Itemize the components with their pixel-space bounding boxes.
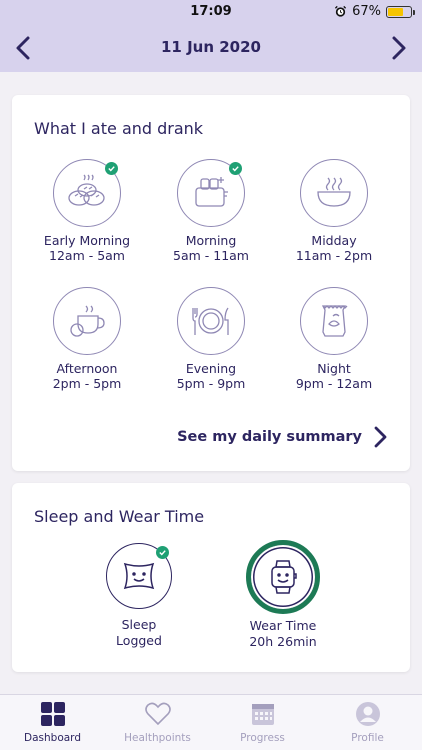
sleep-card-title: Sleep and Wear Time bbox=[34, 507, 205, 526]
meal-evening[interactable]: Evening 5pm - 9pm bbox=[151, 287, 271, 391]
meal-range: 5am - 11am bbox=[173, 248, 249, 263]
tab-dashboard[interactable]: Dashboard bbox=[0, 695, 105, 750]
meal-morning[interactable]: Morning 5am - 11am bbox=[151, 159, 271, 263]
tab-healthpoints[interactable]: Healthpoints bbox=[105, 695, 210, 750]
wear-label-line2: 20h 26min bbox=[249, 634, 317, 649]
meal-circle bbox=[53, 159, 121, 227]
smartwatch-icon bbox=[271, 560, 297, 594]
meal-range: 12am - 5am bbox=[49, 248, 125, 263]
current-date: 11 Jun 2020 bbox=[160, 38, 261, 56]
tab-label: Healthpoints bbox=[124, 732, 191, 744]
wear-time-ring bbox=[246, 540, 320, 614]
meal-name: Afternoon bbox=[56, 361, 118, 376]
chevron-right-icon bbox=[374, 426, 387, 448]
food-card-title: What I ate and drank bbox=[34, 119, 204, 138]
soup-bowl-icon bbox=[317, 177, 351, 207]
alarm-icon bbox=[335, 5, 347, 17]
meal-circle bbox=[300, 287, 368, 355]
date-header: 11 Jun 2020 bbox=[0, 24, 422, 72]
tab-profile[interactable]: Profile bbox=[315, 695, 420, 750]
logged-check-icon bbox=[105, 162, 118, 175]
status-bar: 17:09 67% bbox=[0, 0, 422, 24]
status-right: 67% bbox=[334, 4, 415, 19]
sleep-label-line2: Logged bbox=[116, 633, 162, 648]
daily-summary-label: See my daily summary bbox=[177, 429, 362, 445]
food-card: What I ate and drank Early Morning 12am … bbox=[12, 95, 410, 471]
meal-range: 9pm - 12am bbox=[295, 376, 373, 391]
dashboard-grid-icon bbox=[40, 702, 65, 726]
pillow-icon bbox=[123, 562, 155, 590]
tab-label: Dashboard bbox=[24, 732, 81, 744]
sleep-card: Sleep and Wear Time Sleep Logged Wear Ti… bbox=[12, 483, 410, 672]
wear-time-item[interactable]: Wear Time 20h 26min bbox=[223, 540, 343, 650]
meal-name: Evening bbox=[185, 361, 237, 376]
logged-check-icon bbox=[156, 546, 169, 559]
daily-summary-link[interactable]: See my daily summary bbox=[177, 425, 390, 449]
meal-afternoon[interactable]: Afternoon 2pm - 5pm bbox=[27, 287, 147, 391]
next-day-chevron-icon[interactable] bbox=[384, 34, 412, 62]
snack-bag-icon bbox=[321, 305, 348, 337]
wear-time-label: Wear Time 20h 26min bbox=[223, 618, 343, 650]
sleep-label-line1: Sleep bbox=[121, 617, 157, 632]
sleep-logged-item[interactable]: Sleep Logged bbox=[79, 543, 199, 649]
bread-rolls-icon bbox=[68, 174, 105, 206]
tab-label: Progress bbox=[240, 732, 285, 744]
meal-circle bbox=[53, 287, 121, 355]
heart-icon bbox=[144, 702, 171, 726]
meal-range: 11am - 2pm bbox=[295, 248, 373, 263]
meal-circle bbox=[177, 287, 245, 355]
meal-early-morning[interactable]: Early Morning 12am - 5am bbox=[27, 159, 147, 263]
meal-circle bbox=[177, 159, 245, 227]
meal-name: Early Morning bbox=[43, 233, 131, 248]
logged-check-icon bbox=[229, 162, 242, 175]
meal-midday[interactable]: Midday 11am - 2pm bbox=[274, 159, 394, 263]
sleep-label: Sleep Logged bbox=[79, 617, 199, 649]
battery-fill bbox=[388, 7, 403, 16]
meal-range: 5pm - 9pm bbox=[176, 376, 246, 391]
meal-circle bbox=[300, 159, 368, 227]
meal-range: 2pm - 5pm bbox=[52, 376, 122, 391]
meal-name: Morning bbox=[185, 233, 237, 248]
calendar-icon bbox=[251, 704, 274, 725]
tab-label: Profile bbox=[351, 732, 384, 744]
plate-cutlery-icon bbox=[192, 307, 229, 335]
profile-avatar-icon bbox=[355, 702, 380, 726]
sleep-circle bbox=[106, 543, 172, 609]
toaster-icon bbox=[195, 177, 228, 207]
meal-name: Midday bbox=[311, 233, 357, 248]
meal-night[interactable]: Night 9pm - 12am bbox=[274, 287, 394, 391]
wear-label-line1: Wear Time bbox=[249, 618, 317, 633]
tab-progress[interactable]: Progress bbox=[210, 695, 315, 750]
tea-cup-icon bbox=[70, 305, 105, 337]
battery-icon bbox=[386, 5, 415, 18]
battery-percent: 67% bbox=[352, 4, 381, 19]
meal-name: Night bbox=[317, 361, 351, 376]
bottom-tab-bar: Dashboard Healthpoints Progress Profile bbox=[0, 694, 422, 750]
